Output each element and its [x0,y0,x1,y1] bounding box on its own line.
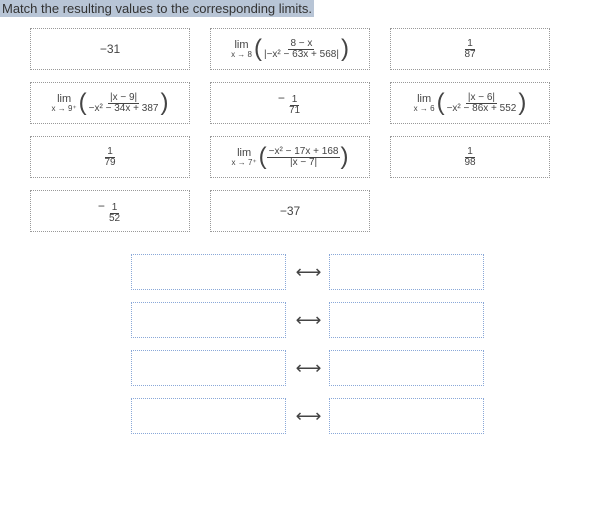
tile-row-1: −31 limx → 8 ( 8 − x|−x² − 63x + 568| ) … [30,28,585,70]
tile-frac-1-98[interactable]: 198 [390,136,550,178]
tile-limit-6[interactable]: limx → 6 ( |x − 6|−x² − 86x + 552 ) [390,82,550,124]
drop-right-2[interactable] [329,302,484,338]
limit-expr: limx → 6 ( |x − 6|−x² − 86x + 552 ) [414,91,527,115]
match-row-2: ⟷ [131,302,485,338]
match-row-3: ⟷ [131,350,485,386]
tile-limit-8[interactable]: limx → 8 ( 8 − x|−x² − 63x + 568| ) [210,28,370,70]
drop-left-2[interactable] [131,302,286,338]
limit-expr: limx → 8 ( 8 − x|−x² − 63x + 568| ) [231,37,349,61]
drop-left-1[interactable] [131,254,286,290]
tile-neg-frac-1-52[interactable]: −152 [30,190,190,232]
tile-value: −31 [100,42,120,56]
tile-row-3: 179 limx → 7⁺ ( −x² − 17x + 168|x − 7| )… [30,136,585,178]
arrow-icon: ⟷ [296,406,320,427]
tile-value: 187 [462,39,477,60]
tile-frac-1-87[interactable]: 187 [390,28,550,70]
drop-right-4[interactable] [329,398,484,434]
match-row-1: ⟷ [131,254,485,290]
limit-expr: limx → 9⁺ ( |x − 9|−x² − 34x + 387 ) [52,91,169,115]
tile-row-4: −152 −37 [30,190,585,232]
arrow-icon: ⟷ [296,262,320,283]
tile-value: 198 [462,147,477,168]
drop-right-3[interactable] [329,350,484,386]
arrow-icon: ⟷ [296,310,320,331]
tile-value: −152 [98,199,122,224]
tile-minus-31[interactable]: −31 [30,28,190,70]
drop-left-3[interactable] [131,350,286,386]
tile-value: −171 [278,91,302,116]
arrow-icon: ⟷ [296,358,320,379]
tile-frac-1-79[interactable]: 179 [30,136,190,178]
match-row-4: ⟷ [131,398,485,434]
tile-minus-37[interactable]: −37 [210,190,370,232]
drop-right-1[interactable] [329,254,484,290]
instruction-text: Match the resulting values to the corres… [0,0,314,17]
tile-limit-7plus[interactable]: limx → 7⁺ ( −x² − 17x + 168|x − 7| ) [210,136,370,178]
tile-neg-frac-1-71[interactable]: −171 [210,82,370,124]
tile-limit-9plus[interactable]: limx → 9⁺ ( |x − 9|−x² − 34x + 387 ) [30,82,190,124]
tile-value: 179 [102,147,117,168]
tile-row-2: limx → 9⁺ ( |x − 9|−x² − 34x + 387 ) −17… [30,82,585,124]
limit-expr: limx → 7⁺ ( −x² − 17x + 168|x − 7| ) [232,145,349,169]
match-zone: ⟷ ⟷ ⟷ ⟷ [0,244,615,434]
drop-left-4[interactable] [131,398,286,434]
tile-grid: −31 limx → 8 ( 8 − x|−x² − 63x + 568| ) … [0,18,615,232]
tile-value: −37 [280,204,300,218]
